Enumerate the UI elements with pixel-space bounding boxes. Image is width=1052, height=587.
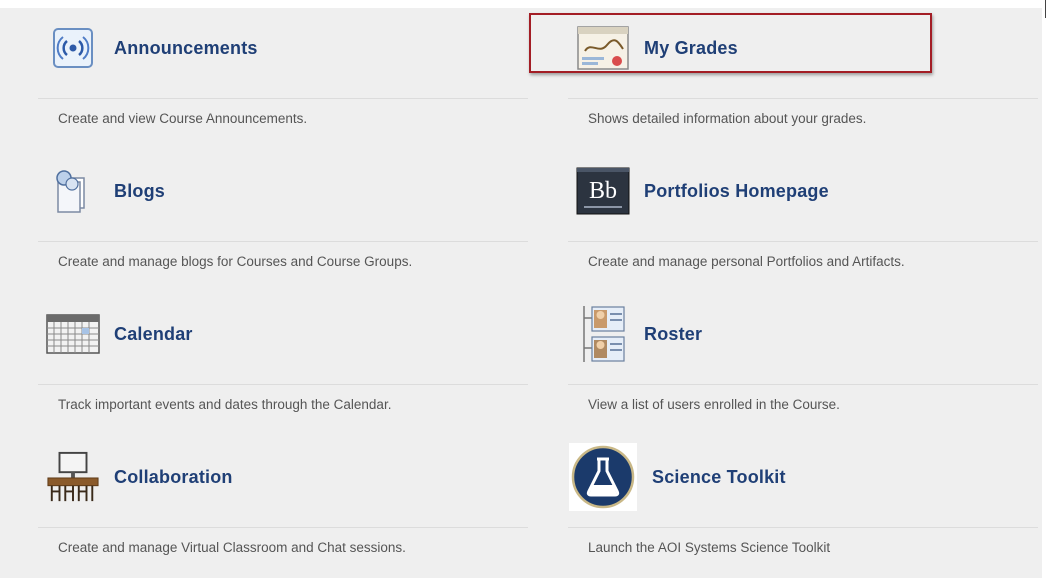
divider — [38, 98, 528, 99]
tool-announcements: Announcements Create and view Course Ann… — [38, 18, 528, 158]
tool-calendar-link[interactable]: Calendar — [46, 306, 528, 362]
edge-mark — [1045, 0, 1046, 18]
tool-collaboration-link[interactable]: Collaboration — [46, 449, 528, 505]
tool-science-toolkit: Science Toolkit Launch the AOI Systems S… — [568, 443, 1038, 587]
tool-announcements-description: Create and view Course Announcements. — [58, 111, 308, 126]
tool-calendar-description: Track important events and dates through… — [58, 397, 392, 412]
grades-report-icon — [576, 21, 630, 75]
tool-announcements-link[interactable]: Announcements — [46, 20, 528, 76]
announcement-broadcast-icon — [46, 21, 100, 75]
tool-calendar: Calendar Track important events and date… — [38, 304, 528, 444]
divider — [568, 527, 1038, 528]
tool-calendar-title: Calendar — [114, 323, 193, 344]
blackboard-bb-icon-text: Bb — [589, 178, 617, 204]
tool-science-toolkit-description: Launch the AOI Systems Science Toolkit — [588, 540, 831, 555]
tool-portfolios-homepage: Bb Portfolios Homepage Create and manage… — [568, 161, 1038, 301]
blackboard-bb-icon: Bb — [576, 164, 630, 218]
divider — [38, 527, 528, 528]
tool-portfolios-homepage-title: Portfolios Homepage — [644, 180, 829, 201]
divider — [38, 384, 528, 385]
virtual-classroom-icon — [46, 450, 100, 504]
tool-my-grades-link[interactable]: My Grades — [576, 20, 1038, 76]
tool-roster-description: View a list of users enrolled in the Cou… — [588, 397, 840, 412]
tool-science-toolkit-title: Science Toolkit — [652, 466, 786, 487]
tool-announcements-title: Announcements — [114, 37, 258, 58]
blog-icon — [46, 164, 100, 218]
tool-blogs-link[interactable]: Blogs — [46, 163, 528, 219]
tool-collaboration-description: Create and manage Virtual Classroom and … — [58, 540, 406, 555]
divider — [568, 98, 1038, 99]
divider — [38, 241, 528, 242]
tool-roster-title: Roster — [644, 323, 703, 344]
tool-collaboration: Collaboration Create and manage Virtual … — [38, 447, 528, 587]
tool-blogs-title: Blogs — [114, 180, 166, 201]
tool-my-grades-title: My Grades — [644, 37, 738, 58]
science-flask-icon — [568, 442, 638, 512]
tool-blogs: Blogs Create and manage blogs for Course… — [38, 161, 528, 301]
divider — [568, 241, 1038, 242]
divider — [568, 384, 1038, 385]
tool-my-grades: My Grades Shows detailed information abo… — [568, 18, 1038, 158]
tool-my-grades-description: Shows detailed information about your gr… — [588, 111, 867, 126]
tool-portfolios-homepage-description: Create and manage personal Portfolios an… — [588, 254, 905, 269]
course-tools-panel: Announcements Create and view Course Ann… — [0, 8, 1042, 578]
tool-roster: Roster View a list of users enrolled in … — [568, 304, 1038, 444]
calendar-icon — [46, 307, 100, 361]
tool-science-toolkit-link[interactable]: Science Toolkit — [569, 443, 1038, 511]
tool-portfolios-homepage-link[interactable]: Bb Portfolios Homepage — [576, 163, 1038, 219]
tool-blogs-description: Create and manage blogs for Courses and … — [58, 254, 413, 269]
tool-collaboration-title: Collaboration — [114, 466, 233, 487]
roster-icon — [576, 306, 630, 362]
tool-roster-link[interactable]: Roster — [576, 306, 1038, 362]
